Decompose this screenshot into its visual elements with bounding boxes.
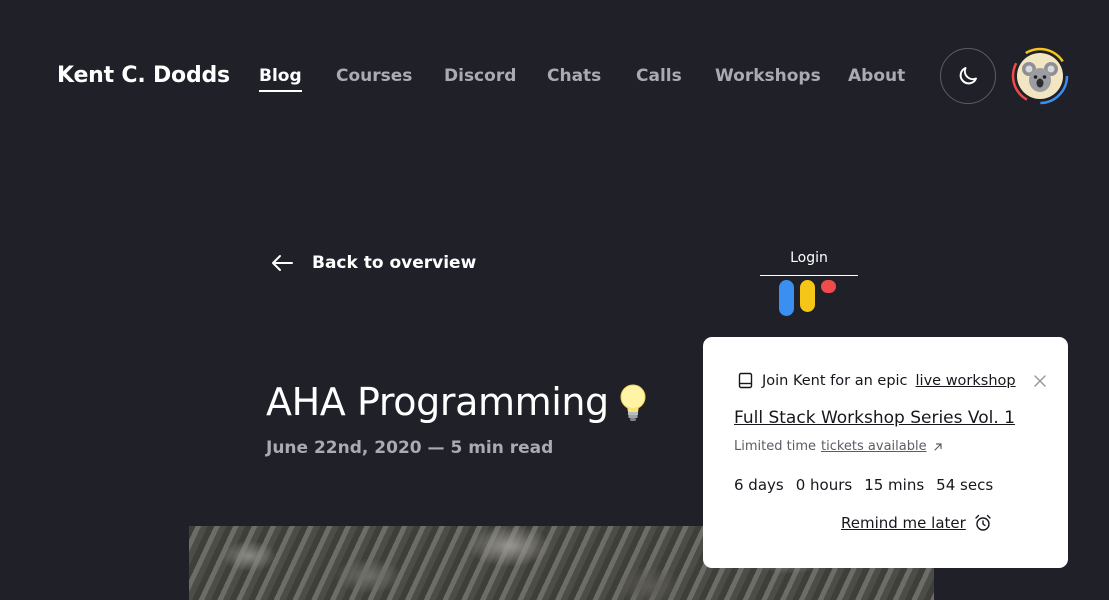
nav-blog[interactable]: Blog xyxy=(259,66,302,92)
nav-calls[interactable]: Calls xyxy=(636,66,682,86)
lightbulb-icon xyxy=(620,384,646,421)
countdown-timer: 6 days 0 hours 15 mins 54 secs xyxy=(734,476,993,494)
nav-about[interactable]: About xyxy=(848,66,905,86)
popup-intro: Join Kent for an epic live workshop xyxy=(737,372,1016,389)
page: Kent C. Dodds Blog Courses Discord Chats… xyxy=(0,0,1109,600)
site-logo[interactable]: Kent C. Dodds xyxy=(57,63,230,88)
nav-courses[interactable]: Courses xyxy=(336,66,412,86)
nav-chats[interactable]: Chats xyxy=(547,66,601,86)
countdown-mins: 15 mins xyxy=(864,476,925,494)
arrow-left-icon xyxy=(272,255,293,271)
popup-subtext: Limited time tickets available xyxy=(734,439,944,454)
close-icon[interactable] xyxy=(1032,373,1048,389)
workshop-title-link[interactable]: Full Stack Workshop Series Vol. 1 xyxy=(734,408,1015,428)
nav-discord[interactable]: Discord xyxy=(444,66,516,86)
back-to-overview-link[interactable]: Back to overview xyxy=(270,251,476,275)
nav-workshops[interactable]: Workshops xyxy=(715,66,821,86)
post-meta: June 22nd, 2020 — 5 min read xyxy=(266,438,553,458)
login-button[interactable]: Login xyxy=(760,250,858,276)
theme-toggle-button[interactable] xyxy=(940,48,996,104)
post-date: June 22nd, 2020 xyxy=(266,438,422,458)
workshop-popup: Join Kent for an epic live workshop Full… xyxy=(703,337,1068,568)
moon-icon xyxy=(959,67,977,85)
alarm-clock-icon xyxy=(975,514,991,531)
book-icon xyxy=(738,372,753,389)
post-title: AHA Programming xyxy=(266,380,609,424)
popup-intro-text: Join Kent for an epic xyxy=(762,372,908,389)
remind-label: Remind me later xyxy=(841,514,966,532)
koala-avatar[interactable] xyxy=(1011,47,1069,105)
live-workshop-link[interactable]: live workshop xyxy=(916,373,1016,389)
tickets-link[interactable]: tickets available xyxy=(821,439,927,454)
external-link-icon xyxy=(933,442,942,451)
countdown-secs: 54 secs xyxy=(936,476,994,494)
login-widget: Login xyxy=(760,250,858,316)
countdown-days: 6 days xyxy=(734,476,784,494)
back-link-label: Back to overview xyxy=(312,253,477,273)
post-read-time: 5 min read xyxy=(450,438,554,458)
countdown-hours: 0 hours xyxy=(795,476,853,494)
login-bars-icon xyxy=(779,280,836,316)
limited-time-text: Limited time xyxy=(734,439,816,454)
remind-me-later-button[interactable]: Remind me later xyxy=(841,514,992,532)
meta-separator: — xyxy=(427,438,445,458)
